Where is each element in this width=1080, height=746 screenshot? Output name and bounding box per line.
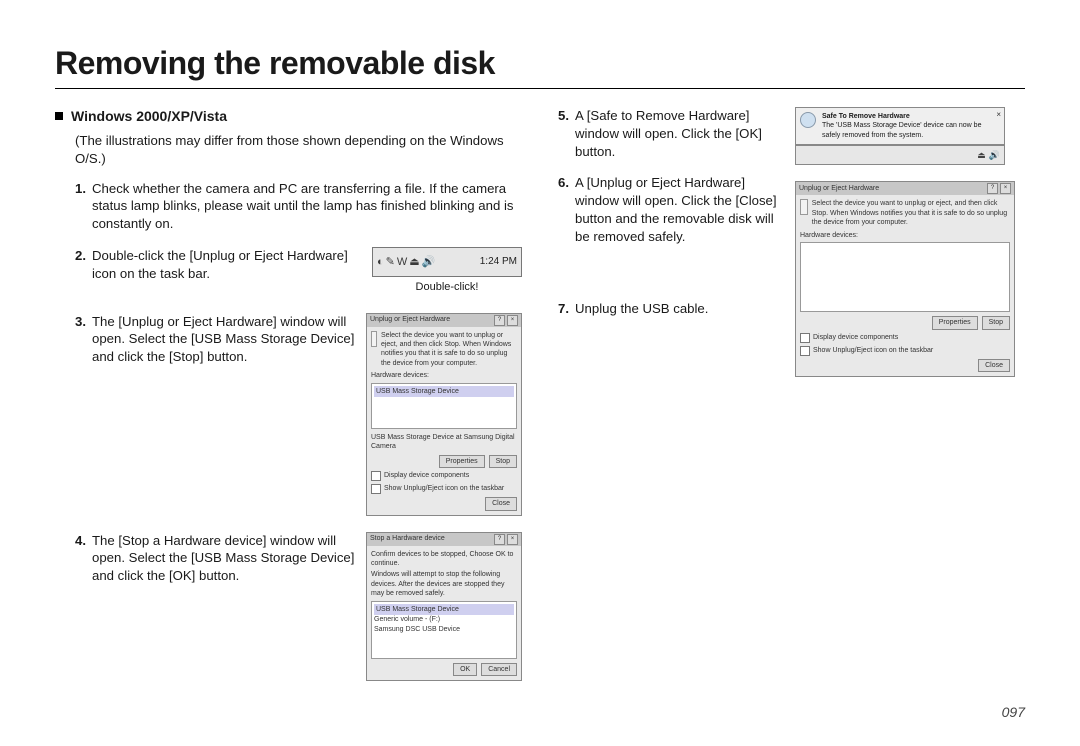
- step-text: Check whether the camera and PC are tran…: [92, 180, 522, 233]
- step-number: 2.: [75, 247, 86, 283]
- properties-button[interactable]: Properties: [932, 316, 978, 329]
- step-3: 3. The [Unplug or Eject Hardware] window…: [75, 313, 356, 366]
- safe-remove-balloon: × Safe To Remove Hardware The 'USB Mass …: [795, 107, 1005, 145]
- page-title: Removing the removable disk: [55, 45, 1025, 82]
- list-item[interactable]: Generic volume - (F:): [374, 615, 514, 624]
- step-text: The [Unplug or Eject Hardware] window wi…: [92, 313, 356, 366]
- dialog-title: Unplug or Eject Hardware: [799, 184, 879, 193]
- tray-clock: 1:24 PM: [480, 255, 517, 269]
- checkbox[interactable]: [371, 484, 381, 494]
- list-label: Hardware devices:: [800, 231, 1010, 240]
- safe-remove-figure: × Safe To Remove Hardware The 'USB Mass …: [795, 107, 1025, 165]
- step-4: 4. The [Stop a Hardware device] window w…: [75, 532, 356, 585]
- list-item[interactable]: USB Mass Storage Device: [374, 386, 514, 397]
- dialog-icon: [800, 199, 808, 215]
- checkbox[interactable]: [800, 346, 810, 356]
- step-1: 1. Check whether the camera and PC are t…: [75, 180, 522, 233]
- help-button[interactable]: ?: [494, 315, 505, 326]
- dialog-hint: Select the device you want to unplug or …: [381, 331, 517, 369]
- device-listbox[interactable]: USB Mass Storage Device Generic volume -…: [371, 601, 517, 659]
- step-6: 6. A [Unplug or Eject Hardware] window w…: [558, 174, 783, 245]
- checkbox-label: Show Unplug/Eject icon on the taskbar: [813, 346, 933, 355]
- tray-icon: ✎: [386, 255, 395, 270]
- list-label: Hardware devices:: [371, 371, 517, 380]
- stop-button[interactable]: Stop: [982, 316, 1010, 329]
- tray-icon: W: [397, 255, 407, 270]
- list-item[interactable]: Samsung DSC USB Device: [374, 625, 514, 634]
- help-button[interactable]: ?: [987, 183, 998, 194]
- step-text: Double-click the [Unplug or Eject Hardwa…: [92, 247, 362, 283]
- step-number: 5.: [558, 107, 569, 160]
- tray-icon: 🔊: [422, 255, 436, 270]
- dialog-hint: Select the device you want to unplug or …: [812, 199, 1010, 227]
- close-button[interactable]: Close: [978, 359, 1010, 372]
- dialog-icon: [371, 331, 377, 347]
- taskbar-figure: ◐ ✎ W ⏏ 🔊 1:24 PM Double-click!: [372, 247, 522, 295]
- checkbox-label: Display device components: [813, 333, 898, 342]
- step-number: 4.: [75, 532, 86, 585]
- balloon-body: The 'USB Mass Storage Device' device can…: [822, 121, 1000, 140]
- info-icon: [800, 112, 816, 128]
- cancel-button[interactable]: Cancel: [481, 663, 517, 676]
- os-note: (The illustrations may differ from those…: [75, 132, 522, 168]
- tray-icon: ◐: [377, 255, 384, 270]
- step-7: 7. Unplug the USB cable.: [558, 300, 783, 318]
- bullet-icon: [55, 112, 63, 120]
- tray-icon: 🔊: [989, 149, 1000, 161]
- checkbox-label: Show Unplug/Eject icon on the taskbar: [384, 484, 504, 493]
- properties-button[interactable]: Properties: [439, 455, 485, 468]
- device-listbox[interactable]: [800, 242, 1010, 312]
- tray-eject-icon[interactable]: ⏏: [977, 149, 986, 161]
- tray-eject-icon[interactable]: ⏏: [409, 255, 419, 270]
- dialog-hint: Windows will attempt to stop the followi…: [371, 570, 517, 598]
- system-tray: ⏏ 🔊: [795, 145, 1005, 165]
- tray-caption: Double-click!: [372, 280, 522, 295]
- ok-button[interactable]: OK: [453, 663, 477, 676]
- close-button[interactable]: ×: [507, 534, 518, 545]
- device-listbox[interactable]: USB Mass Storage Device: [371, 383, 517, 429]
- step-5: 5. A [Safe to Remove Hardware] window wi…: [558, 107, 783, 160]
- step-text: The [Stop a Hardware device] window will…: [92, 532, 356, 585]
- stop-button[interactable]: Stop: [489, 455, 517, 468]
- step-text: A [Unplug or Eject Hardware] window will…: [575, 174, 783, 245]
- stop-hardware-dialog: Stop a Hardware device ?× Confirm device…: [366, 532, 522, 682]
- checkbox[interactable]: [800, 333, 810, 343]
- list-item[interactable]: USB Mass Storage Device: [374, 604, 514, 615]
- dialog-hint: Confirm devices to be stopped, Choose OK…: [371, 550, 517, 569]
- step-number: 7.: [558, 300, 569, 318]
- checkbox-label: Display device components: [384, 471, 469, 480]
- system-tray: ◐ ✎ W ⏏ 🔊 1:24 PM: [372, 247, 522, 277]
- step-text: Unplug the USB cable.: [575, 300, 783, 318]
- left-column: Windows 2000/XP/Vista (The illustrations…: [55, 107, 522, 697]
- close-button[interactable]: ×: [507, 315, 518, 326]
- section-subhead: Windows 2000/XP/Vista: [55, 107, 522, 126]
- balloon-title: Safe To Remove Hardware: [822, 112, 1000, 121]
- step-2: 2. Double-click the [Unplug or Eject Har…: [75, 247, 362, 283]
- page-number: 097: [1002, 704, 1025, 720]
- subhead-text: Windows 2000/XP/Vista: [71, 108, 227, 124]
- step-text: A [Safe to Remove Hardware] window will …: [575, 107, 783, 160]
- close-icon[interactable]: ×: [996, 110, 1001, 121]
- dialog-title: Unplug or Eject Hardware: [370, 315, 450, 324]
- device-sublabel: USB Mass Storage Device at Samsung Digit…: [371, 433, 517, 452]
- right-column: 5. A [Safe to Remove Hardware] window wi…: [558, 107, 1025, 697]
- checkbox[interactable]: [371, 471, 381, 481]
- close-button[interactable]: ×: [1000, 183, 1011, 194]
- step-number: 1.: [75, 180, 86, 233]
- dialog-title: Stop a Hardware device: [370, 534, 445, 543]
- close-button[interactable]: Close: [485, 497, 517, 510]
- help-button[interactable]: ?: [494, 534, 505, 545]
- unplug-hardware-dialog: Unplug or Eject Hardware ?× Select the d…: [366, 313, 522, 516]
- step-number: 3.: [75, 313, 86, 366]
- unplug-hardware-dialog: Unplug or Eject Hardware ?× Select the d…: [795, 181, 1015, 377]
- title-rule: [55, 88, 1025, 89]
- step-number: 6.: [558, 174, 569, 245]
